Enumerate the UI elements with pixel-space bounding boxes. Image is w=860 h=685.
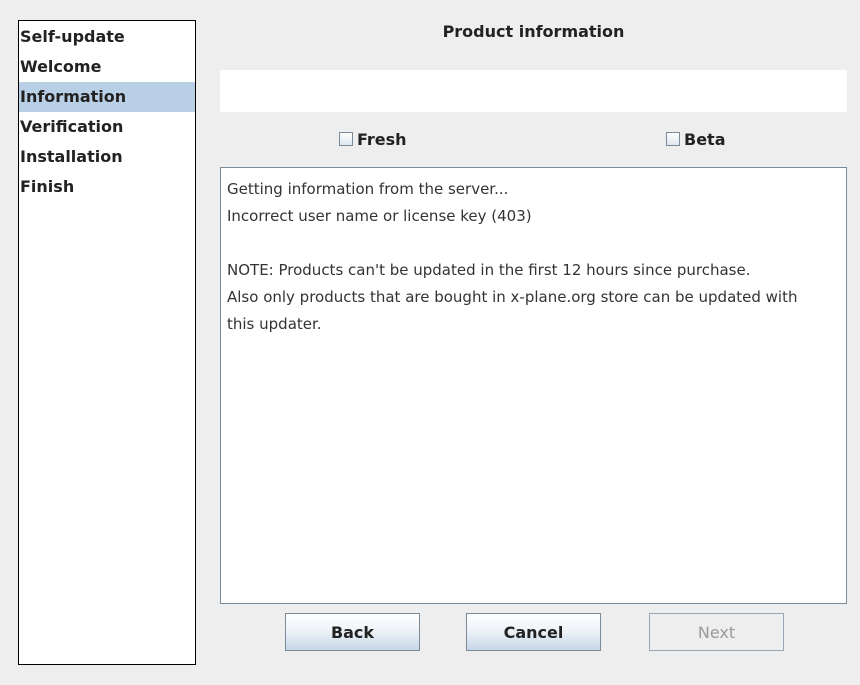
step-welcome[interactable]: Welcome (19, 52, 195, 82)
cancel-button[interactable]: Cancel (466, 613, 601, 651)
log-line: NOTE: Products can't be updated in the f… (227, 261, 751, 279)
log-text-area[interactable]: Getting information from the server... I… (220, 167, 847, 604)
log-line: Also only products that are bought in x-… (227, 288, 798, 306)
steps-sidebar: Self-update Welcome Information Verifica… (18, 20, 196, 665)
step-information[interactable]: Information (19, 82, 195, 112)
beta-checkbox-label[interactable]: Beta (684, 130, 726, 149)
log-line: Incorrect user name or license key (403) (227, 207, 532, 225)
beta-checkbox[interactable]: Beta (666, 128, 726, 150)
log-line: this updater. (227, 315, 322, 333)
beta-checkbox-box[interactable] (666, 132, 680, 146)
step-installation[interactable]: Installation (19, 142, 195, 172)
next-button[interactable]: Next (649, 613, 784, 651)
log-line: Getting information from the server... (227, 180, 509, 198)
step-verification[interactable]: Verification (19, 112, 195, 142)
fresh-checkbox[interactable]: Fresh (339, 128, 407, 150)
product-field[interactable] (220, 70, 847, 112)
fresh-checkbox-box[interactable] (339, 132, 353, 146)
step-finish[interactable]: Finish (19, 172, 195, 202)
step-self-update[interactable]: Self-update (19, 22, 195, 52)
fresh-checkbox-label[interactable]: Fresh (357, 130, 407, 149)
page-title: Product information (442, 22, 625, 41)
back-button[interactable]: Back (285, 613, 420, 651)
